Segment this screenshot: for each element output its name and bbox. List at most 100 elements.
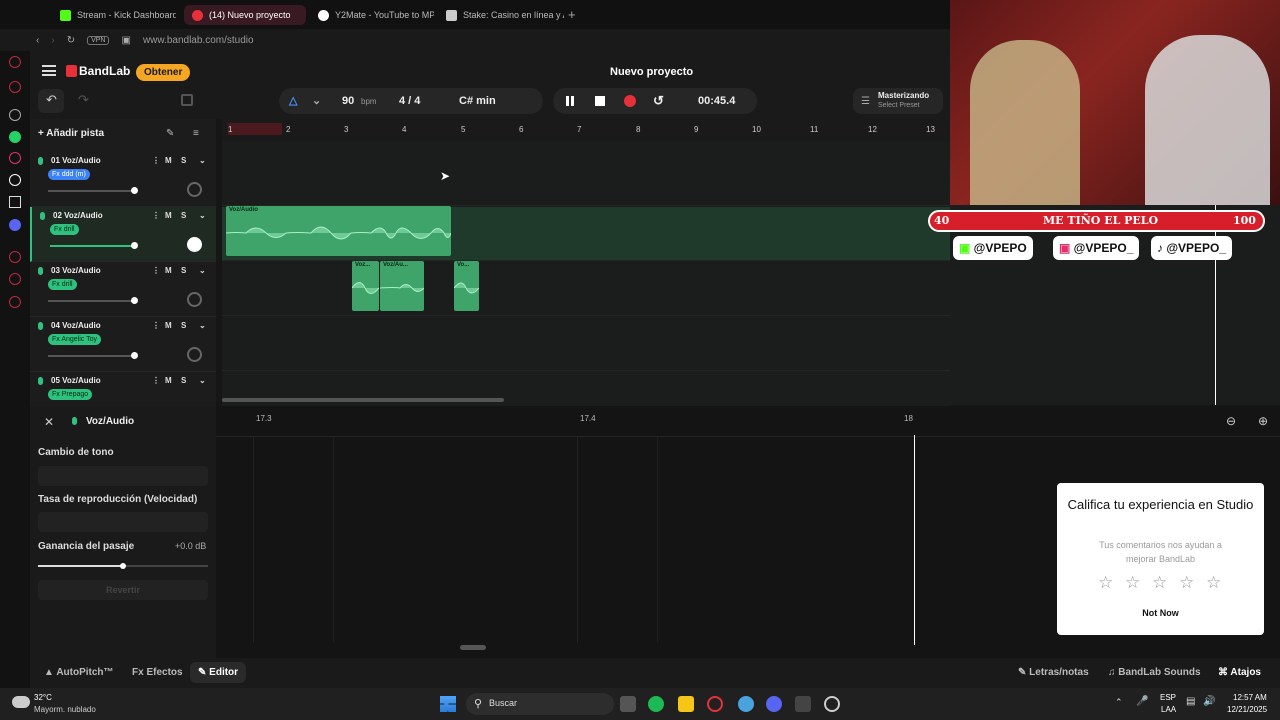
chrome-icon[interactable] [824,696,840,712]
volume-slider[interactable] [48,355,135,357]
x-icon[interactable] [9,196,21,208]
redo-button[interactable]: ↷ [70,89,96,113]
horizontal-scrollbar[interactable] [222,398,504,402]
editor-playhead[interactable] [914,435,915,645]
opera-icon[interactable] [707,696,723,712]
obtener-button[interactable]: Obtener [136,64,191,81]
lang-layout[interactable]: LAA [1161,705,1176,714]
grid-button[interactable] [174,89,200,113]
tiktok-icon[interactable] [9,174,21,186]
pan-knob[interactable] [187,347,202,362]
mute-button[interactable]: M [165,376,172,385]
close-icon[interactable]: ✕ [44,415,54,429]
volume-handle[interactable] [131,352,138,359]
tab-kick[interactable]: Stream - Kick Dashboard [52,5,176,25]
chevron-down-icon[interactable]: ⌄ [199,211,206,220]
clock-time[interactable]: 12:57 AM [1233,693,1267,702]
fx-chip[interactable]: Fx Prepago [48,389,93,400]
tab-bandlab[interactable]: (14) Nuevo proyecto [184,5,306,25]
track-name[interactable]: 05 Voz/Audio [51,376,101,385]
mastering-button[interactable]: ☰ Masterizando Select Preset [853,88,943,114]
volume-handle[interactable] [131,297,138,304]
menu-icon[interactable] [42,65,56,76]
chevron-down-icon[interactable]: ⌄ [199,266,206,275]
lane-03[interactable] [222,262,950,316]
mute-button[interactable]: M [165,321,172,330]
editor-scrollbar[interactable] [460,645,486,650]
zoom-out-icon[interactable]: ⊖ [1226,414,1236,428]
reload-icon[interactable]: ↻ [67,35,75,46]
weather-icon[interactable] [12,696,30,708]
star-icon[interactable]: ☆ [1098,573,1113,593]
aria-icon[interactable] [9,56,21,68]
extensions-icon[interactable] [9,296,21,308]
mute-button[interactable]: M [165,156,172,165]
timeline-area[interactable]: 1 2 3 4 5 6 7 8 9 10 11 12 13 Voz/Audio … [222,119,950,406]
chevron-down-icon[interactable]: ⌄ [312,94,321,107]
telegram-icon[interactable] [738,696,754,712]
pause-icon[interactable] [566,96,569,106]
track-04[interactable]: 04 Voz/Audio Fx Angelic Toy ⋮ M S ⌄ [30,317,216,372]
music-icon[interactable] [9,81,21,93]
fx-chip[interactable]: Fx drill [50,224,79,235]
undo-button[interactable]: ↶ [38,89,64,113]
fx-chip[interactable]: Fx Angelic Toy [48,334,102,345]
solo-button[interactable]: S [181,211,186,220]
volume-slider[interactable] [50,245,137,247]
tab-stake[interactable]: Stake: Casino en línea y A [438,5,564,25]
revert-button[interactable]: Revertir [38,580,208,600]
more-icon[interactable]: ⋮ [152,156,160,165]
solo-button[interactable]: S [181,321,186,330]
spotify-icon[interactable] [648,696,664,712]
whatsapp-icon[interactable] [9,131,21,143]
history-icon[interactable] [9,251,21,263]
chevron-up-icon[interactable]: ⌃ [1115,697,1123,708]
add-track-button[interactable]: + Añadir pista [38,128,104,139]
lyrics-button[interactable]: ✎ Letras/notas [1018,667,1089,678]
vpn-badge[interactable]: VPN [87,35,110,45]
key-selector[interactable]: C# min [459,95,496,107]
track-01[interactable]: 01 Voz/Audio Fx ddd (m) ⋮ M S ⌄ [30,152,216,207]
network-icon[interactable]: ▤ [1186,696,1195,707]
star-icon[interactable]: ☆ [1179,573,1194,593]
audio-clip[interactable]: Voz/Au... [380,261,424,311]
pan-knob[interactable] [187,292,202,307]
solo-button[interactable]: S [181,266,186,275]
search-box[interactable]: ⚲ Buscar [466,693,614,715]
autopitch-button[interactable]: ▲ AutoPitch™ [44,667,114,678]
track-name[interactable]: 04 Voz/Audio [51,321,101,330]
task-view-icon[interactable] [620,696,636,712]
lang-indicator[interactable]: ESP [1160,693,1176,702]
effects-button[interactable]: Fx Efectos [132,667,183,678]
project-title[interactable]: Nuevo proyecto [610,66,693,78]
audio-clip[interactable]: Voz/Audio [226,206,451,256]
instagram-icon[interactable] [9,152,21,164]
forward-icon[interactable]: › [51,35,54,46]
track-name[interactable]: 02 Voz/Audio [53,211,103,220]
temperature[interactable]: 32°C [34,693,52,702]
chevron-down-icon[interactable]: ⌄ [199,156,206,165]
shortcuts-button[interactable]: ⌘ Atajos [1218,667,1261,678]
tab-y2mate[interactable]: Y2Mate - YouTube to MP [310,5,434,25]
windows-start-icon[interactable] [440,696,456,712]
editor-ruler[interactable]: 17.3 17.4 18 ⊖ ⊕ [216,406,1280,437]
loop-icon[interactable]: ↺ [653,93,664,109]
mic-icon[interactable]: 🎤 [1136,696,1148,707]
volume-handle[interactable] [131,242,138,249]
rate-stepper[interactable] [38,512,208,532]
loop-region[interactable] [228,123,282,135]
lane-01[interactable] [222,152,950,206]
filter-icon[interactable]: ≡ [193,128,199,139]
not-now-button[interactable]: Not Now [1057,608,1264,618]
gain-slider-handle[interactable] [120,563,126,569]
more-icon[interactable]: ⋮ [152,266,160,275]
file-explorer-icon[interactable] [678,696,694,712]
star-icon[interactable]: ☆ [1206,573,1221,593]
url-field[interactable]: www.bandlab.com/studio [143,35,254,46]
track-05[interactable]: 05 Voz/Audio Fx Prepago ⋮ M S ⌄ [30,372,216,406]
mute-button[interactable]: M [165,211,172,220]
star-icon[interactable]: ☆ [1125,573,1140,593]
back-icon[interactable]: ‹ [36,35,39,46]
downloads-icon[interactable] [9,273,21,285]
app-icon[interactable] [795,696,811,712]
